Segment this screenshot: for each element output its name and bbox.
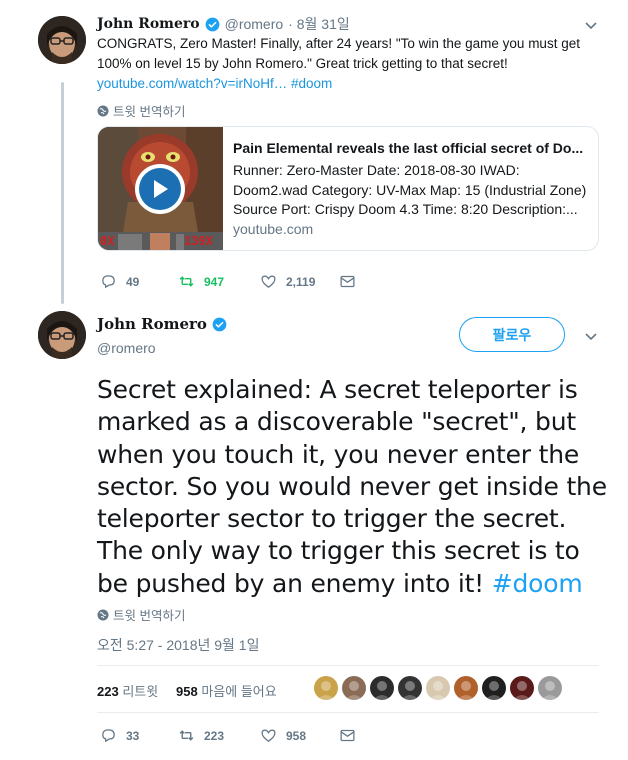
retweet-button[interactable]: 947 xyxy=(178,273,224,290)
liker-avatar[interactable] xyxy=(314,676,338,700)
chevron-down-icon[interactable] xyxy=(584,18,598,32)
tweet-text: Secret explained: A secret teleporter is… xyxy=(97,375,607,598)
avatar[interactable] xyxy=(38,311,86,359)
verified-badge-icon xyxy=(212,317,227,331)
tweet-header: John Romero xyxy=(97,315,227,333)
author-handle[interactable]: @romero xyxy=(97,340,156,356)
translate-tweet[interactable]: 트윗 번역하기 xyxy=(97,605,185,624)
like-stats[interactable]: 958 마음에 들어요 xyxy=(176,681,277,700)
like-count: 958 xyxy=(286,728,307,743)
reply-button[interactable]: 33 xyxy=(100,727,139,744)
liker-avatar[interactable] xyxy=(482,676,506,700)
retweet-stats[interactable]: 223 리트윗 xyxy=(97,681,158,700)
translate-label: 트윗 번역하기 xyxy=(113,105,186,119)
video-thumbnail[interactable]: 0X 139X xyxy=(98,127,223,250)
envelope-icon xyxy=(340,729,355,742)
divider xyxy=(97,712,599,713)
liker-avatar[interactable] xyxy=(370,676,394,700)
retweet-count: 947 xyxy=(204,274,225,289)
retweet-stat-label: 리트윗 xyxy=(122,684,159,699)
card-domain: youtube.com xyxy=(233,221,314,237)
liker-avatar[interactable] xyxy=(538,676,562,700)
reply-button[interactable]: 49 xyxy=(100,273,139,290)
retweet-icon xyxy=(179,730,194,741)
dm-button[interactable] xyxy=(339,273,356,290)
liker-avatar[interactable] xyxy=(426,676,450,700)
hud-right-value: 139X xyxy=(184,234,213,248)
verified-badge-icon xyxy=(205,17,219,31)
reply-icon xyxy=(102,275,115,289)
like-stat-count: 958 xyxy=(176,684,198,699)
envelope-icon xyxy=(340,275,355,288)
liker-avatar[interactable] xyxy=(510,676,534,700)
tweet-date[interactable]: · 8월 31일 xyxy=(288,14,350,34)
author-handle[interactable]: @romero xyxy=(225,16,284,32)
like-stat-label: 마음에 들어요 xyxy=(201,684,277,699)
translate-tweet[interactable]: 트윗 번역하기 xyxy=(97,101,185,120)
globe-icon xyxy=(97,609,109,620)
like-button[interactable]: 958 xyxy=(260,727,306,744)
hud-left-value: 0X xyxy=(100,234,115,248)
thread-connector xyxy=(61,82,64,304)
retweet-stat-count: 223 xyxy=(97,684,119,699)
author-name[interactable]: John Romero xyxy=(97,315,207,333)
translate-label: 트윗 번역하기 xyxy=(113,609,186,623)
liker-avatar[interactable] xyxy=(342,676,366,700)
reply-count: 33 xyxy=(126,728,140,743)
follow-button[interactable]: 팔로우 xyxy=(459,317,565,352)
liker-avatars xyxy=(314,676,562,700)
retweet-icon xyxy=(179,276,194,287)
card-title[interactable]: Pain Elemental reveals the last official… xyxy=(233,140,590,156)
heart-icon xyxy=(261,729,276,742)
chevron-down-icon[interactable] xyxy=(584,329,598,343)
like-button[interactable]: 2,119 xyxy=(260,273,315,290)
liker-avatar[interactable] xyxy=(454,676,478,700)
heart-icon xyxy=(261,275,276,288)
tweet-text: CONGRATS, Zero Master! Finally, after 24… xyxy=(97,36,580,91)
retweet-button[interactable]: 223 xyxy=(178,727,224,744)
reply-count: 49 xyxy=(126,274,140,289)
play-icon xyxy=(154,180,168,198)
dm-button[interactable] xyxy=(339,727,356,744)
avatar[interactable] xyxy=(38,16,86,64)
retweet-count: 223 xyxy=(204,728,225,743)
tweet-link[interactable]: youtube.com/watch?v=irNoHf… xyxy=(97,76,287,91)
link-card[interactable]: 0X 139X Pain Elemental reveals the last … xyxy=(97,126,599,251)
globe-icon xyxy=(97,105,109,116)
card-description: Runner: Zero-Master Date: 2018-08-30 IWA… xyxy=(233,162,587,217)
reply-icon xyxy=(102,729,115,743)
divider xyxy=(97,665,599,666)
play-button[interactable] xyxy=(135,164,185,214)
tweet-timestamp[interactable]: 오전 5:27 - 2018년 9월 1일 xyxy=(97,635,259,655)
liker-avatar[interactable] xyxy=(398,676,422,700)
hashtag-link[interactable]: #doom xyxy=(492,569,583,598)
tweet-header: John Romero @romero · 8월 31일 xyxy=(97,14,350,34)
like-count: 2,119 xyxy=(286,274,316,289)
hashtag-link[interactable]: #doom xyxy=(291,76,332,91)
author-name[interactable]: John Romero xyxy=(97,16,200,32)
